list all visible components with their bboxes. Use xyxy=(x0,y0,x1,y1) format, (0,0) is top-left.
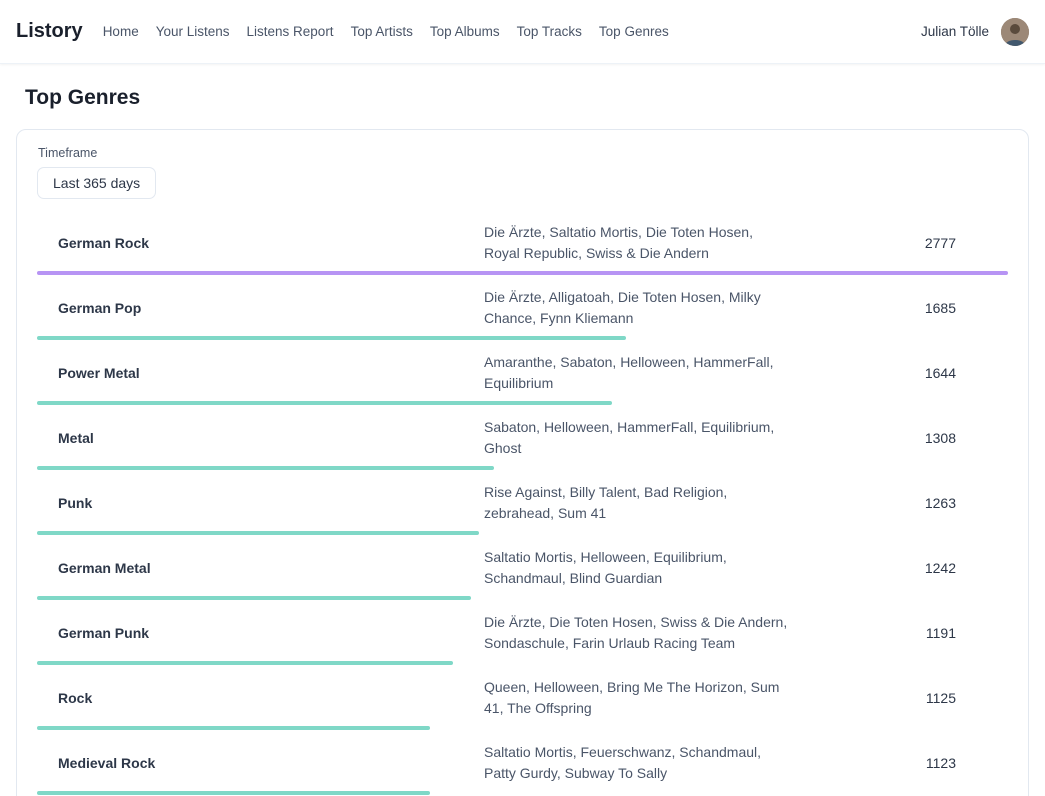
genre-row: MetalSabaton, Helloween, HammerFall, Equ… xyxy=(37,407,1008,472)
genre-progress-bar xyxy=(37,726,430,730)
genre-top-artists: Die Ärzte, Alligatoah, Die Toten Hosen, … xyxy=(484,287,789,329)
genre-listen-count: 1123 xyxy=(789,755,1008,771)
genre-name: German Rock xyxy=(37,235,484,251)
top-nav: Listory Home Your Listens Listens Report To… xyxy=(0,0,1045,64)
genre-name: Metal xyxy=(37,430,484,446)
nav-item-top-albums[interactable]: Top Albums xyxy=(430,24,500,39)
genre-top-artists: Saltatio Mortis, Helloween, Equilibrium,… xyxy=(484,547,789,589)
page-title: Top Genres xyxy=(25,86,1020,110)
genre-name: Power Metal xyxy=(37,365,484,381)
genre-top-artists: Amaranthe, Sabaton, Helloween, HammerFal… xyxy=(484,352,789,394)
genre-listen-count: 2777 xyxy=(789,235,1008,251)
genre-top-artists: Sabaton, Helloween, HammerFall, Equilibr… xyxy=(484,417,789,459)
genre-name: Rock xyxy=(37,690,484,706)
genre-row: Power MetalAmaranthe, Sabaton, Helloween… xyxy=(37,342,1008,407)
nav-item-home[interactable]: Home xyxy=(103,24,139,39)
genre-row: German PunkDie Ärzte, Die Toten Hosen, S… xyxy=(37,602,1008,667)
brand-logo[interactable]: Listory xyxy=(16,20,83,43)
nav-item-top-tracks[interactable]: Top Tracks xyxy=(517,24,582,39)
genre-row: German MetalSaltatio Mortis, Helloween, … xyxy=(37,537,1008,602)
genre-listen-count: 1644 xyxy=(789,365,1008,381)
genre-top-artists: Rise Against, Billy Talent, Bad Religion… xyxy=(484,482,789,524)
genre-progress-bar xyxy=(37,336,626,340)
genre-progress-bar xyxy=(37,401,612,405)
genre-name: German Metal xyxy=(37,560,484,576)
genre-name: German Punk xyxy=(37,625,484,641)
genre-listen-count: 1685 xyxy=(789,300,1008,316)
nav-item-listens-report[interactable]: Listens Report xyxy=(247,24,334,39)
genre-row: Medieval RockSaltatio Mortis, Feuerschwa… xyxy=(37,732,1008,796)
genre-name: Punk xyxy=(37,495,484,511)
genre-top-artists: Saltatio Mortis, Feuerschwanz, Schandmau… xyxy=(484,742,789,784)
genre-top-artists: Die Ärzte, Saltatio Mortis, Die Toten Ho… xyxy=(484,222,789,264)
user-avatar-icon[interactable] xyxy=(1001,18,1029,46)
genre-listen-count: 1191 xyxy=(789,625,1008,641)
timeframe-select[interactable]: Last 365 days xyxy=(37,167,156,199)
genre-row: German RockDie Ärzte, Saltatio Mortis, D… xyxy=(37,212,1008,277)
genre-row: RockQueen, Helloween, Bring Me The Horiz… xyxy=(37,667,1008,732)
nav-item-top-genres[interactable]: Top Genres xyxy=(599,24,669,39)
nav-item-your-listens[interactable]: Your Listens xyxy=(156,24,230,39)
genre-name: German Pop xyxy=(37,300,484,316)
genre-row: PunkRise Against, Billy Talent, Bad Reli… xyxy=(37,472,1008,537)
genre-progress-bar xyxy=(37,531,479,535)
genre-listen-count: 1308 xyxy=(789,430,1008,446)
main-nav: Home Your Listens Listens Report Top Artist… xyxy=(103,24,921,39)
genre-listen-count: 1263 xyxy=(789,495,1008,511)
genre-listen-count: 1125 xyxy=(789,690,1008,706)
page-content: Top Genres Timeframe Last 365 days Germa… xyxy=(0,86,1045,796)
timeframe-label: Timeframe xyxy=(38,146,1008,160)
genre-name: Medieval Rock xyxy=(37,755,484,771)
top-genres-card: Timeframe Last 365 days German RockDie Ä… xyxy=(16,129,1029,796)
genre-progress-bar xyxy=(37,466,494,470)
genre-listen-count: 1242 xyxy=(789,560,1008,576)
nav-item-top-artists[interactable]: Top Artists xyxy=(351,24,413,39)
genre-row: German PopDie Ärzte, Alligatoah, Die Tot… xyxy=(37,277,1008,342)
genre-top-artists: Die Ärzte, Die Toten Hosen, Swiss & Die … xyxy=(484,612,789,654)
genre-top-artists: Queen, Helloween, Bring Me The Horizon, … xyxy=(484,677,789,719)
genre-progress-bar xyxy=(37,661,453,665)
genre-progress-bar xyxy=(37,596,471,600)
genre-table: German RockDie Ärzte, Saltatio Mortis, D… xyxy=(37,212,1008,796)
genre-progress-bar xyxy=(37,271,1008,275)
user-name[interactable]: Julian Tölle xyxy=(921,24,989,39)
genre-progress-bar xyxy=(37,791,430,795)
user-area: Julian Tölle xyxy=(921,18,1029,46)
